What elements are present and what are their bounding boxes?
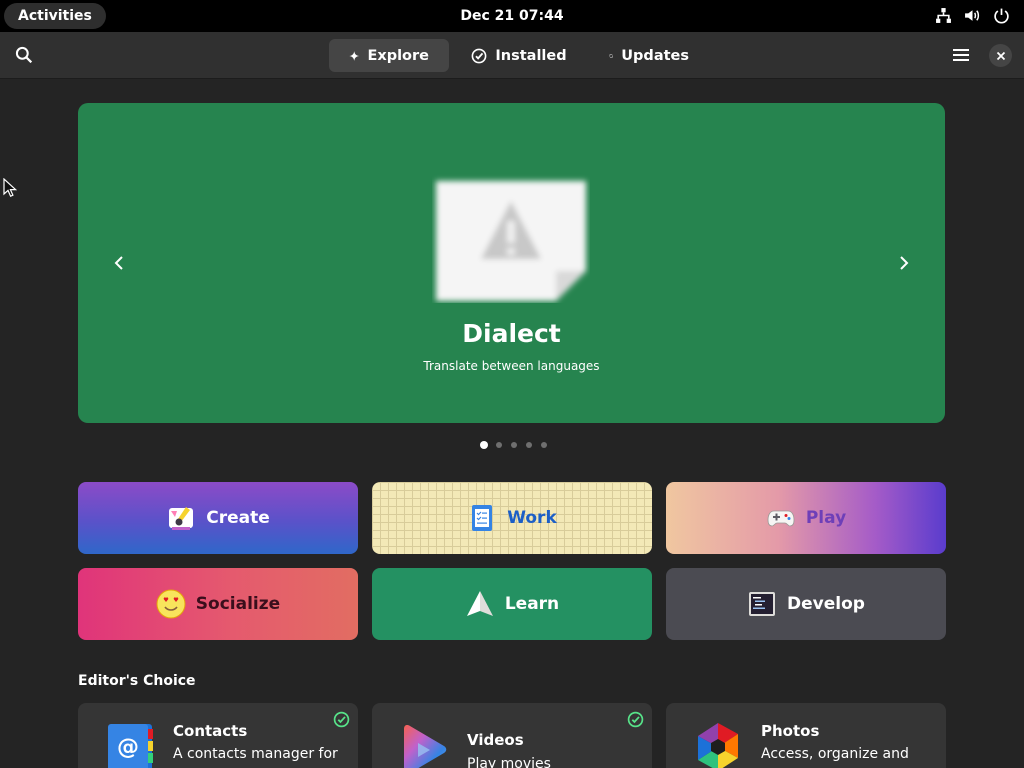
- system-tray[interactable]: [935, 7, 1010, 24]
- carousel-dot[interactable]: [511, 442, 517, 448]
- svg-text:@: @: [117, 735, 139, 760]
- category-develop-button[interactable]: Develop: [666, 568, 946, 640]
- heart-eyes-emoji-icon: [156, 589, 186, 619]
- header-bar: Explore Installed Updates: [0, 32, 1024, 79]
- checklist-icon: [472, 505, 493, 531]
- tab-label: Explore: [367, 47, 429, 64]
- contacts-icon: @: [108, 724, 153, 768]
- gamepad-icon: [767, 510, 795, 527]
- app-description: Play movies: [467, 756, 551, 768]
- app-card-videos[interactable]: Videos Play movies: [372, 703, 652, 768]
- editors-choice-heading: Editor's Choice: [78, 673, 196, 689]
- category-work-button[interactable]: Work: [372, 482, 652, 554]
- installed-check-icon: [627, 711, 644, 728]
- carousel-dot[interactable]: [496, 442, 502, 448]
- chevron-left-icon: [114, 256, 123, 270]
- installed-check-icon: [333, 711, 350, 728]
- clock-label: Dec 21 07:44: [0, 0, 1024, 32]
- app-name: Videos: [467, 731, 524, 749]
- tab-explore[interactable]: Explore: [329, 39, 449, 72]
- chevron-right-icon: [900, 256, 909, 270]
- featured-app-description: Translate between languages: [423, 359, 600, 373]
- category-label: Socialize: [195, 594, 281, 614]
- carousel-dot[interactable]: [480, 441, 488, 449]
- carousel-dot[interactable]: [526, 442, 532, 448]
- app-name: Contacts: [173, 722, 248, 740]
- category-play-button[interactable]: Play: [666, 482, 946, 554]
- category-label: Develop: [787, 594, 865, 614]
- network-icon[interactable]: [935, 7, 952, 24]
- main-menu-button[interactable]: [947, 41, 975, 69]
- tab-label: Installed: [495, 47, 567, 64]
- app-card-photos[interactable]: Photos Access, organize and: [666, 703, 946, 768]
- view-switcher: Explore Installed Updates: [329, 39, 709, 72]
- featured-app-name: Dialect: [462, 319, 561, 348]
- app-card-contacts[interactable]: @ Contacts A contacts manager for: [78, 703, 358, 768]
- search-icon: [15, 46, 33, 64]
- refresh-icon: [609, 53, 613, 58]
- clock-text[interactable]: Dec 21 07:44: [460, 8, 563, 24]
- category-label: Work: [507, 508, 557, 528]
- code-editor-icon: [749, 592, 776, 616]
- hamburger-menu-icon: [953, 49, 969, 61]
- videos-icon: [404, 725, 447, 768]
- category-learn-button[interactable]: Learn: [372, 568, 652, 640]
- close-icon: [996, 51, 1005, 60]
- category-create-button[interactable]: Create: [78, 482, 358, 554]
- photos-icon: [698, 723, 738, 768]
- carousel-page-indicator: [480, 441, 548, 449]
- paper-plane-icon: [466, 591, 493, 616]
- sparkle-icon: [349, 50, 360, 61]
- category-socialize-button[interactable]: Socialize: [78, 568, 358, 640]
- activities-button[interactable]: Activities: [4, 3, 106, 29]
- carousel-dot[interactable]: [541, 442, 547, 448]
- category-label: Play: [805, 508, 847, 528]
- app-description: Access, organize and: [761, 746, 909, 762]
- system-top-bar: Activities Dec 21 07:44: [0, 0, 1024, 32]
- featured-carousel[interactable]: Dialect Translate between languages: [78, 103, 945, 423]
- category-label: Learn: [504, 594, 560, 614]
- power-icon[interactable]: [993, 7, 1010, 24]
- search-button[interactable]: [10, 41, 38, 69]
- tab-installed[interactable]: Installed: [449, 39, 589, 72]
- check-circle-icon: [471, 48, 487, 63]
- app-description: A contacts manager for: [173, 746, 338, 762]
- carousel-next-button[interactable]: [890, 249, 918, 277]
- category-label: Create: [206, 508, 270, 528]
- close-window-button[interactable]: [989, 44, 1012, 67]
- carousel-previous-button[interactable]: [105, 249, 133, 277]
- tab-updates[interactable]: Updates: [589, 39, 709, 72]
- volume-icon[interactable]: [964, 7, 981, 24]
- app-name: Photos: [761, 722, 820, 740]
- create-icon: [169, 507, 194, 530]
- featured-app-icon: [436, 181, 586, 301]
- tab-label: Updates: [621, 47, 689, 64]
- mouse-pointer-icon: [3, 178, 17, 197]
